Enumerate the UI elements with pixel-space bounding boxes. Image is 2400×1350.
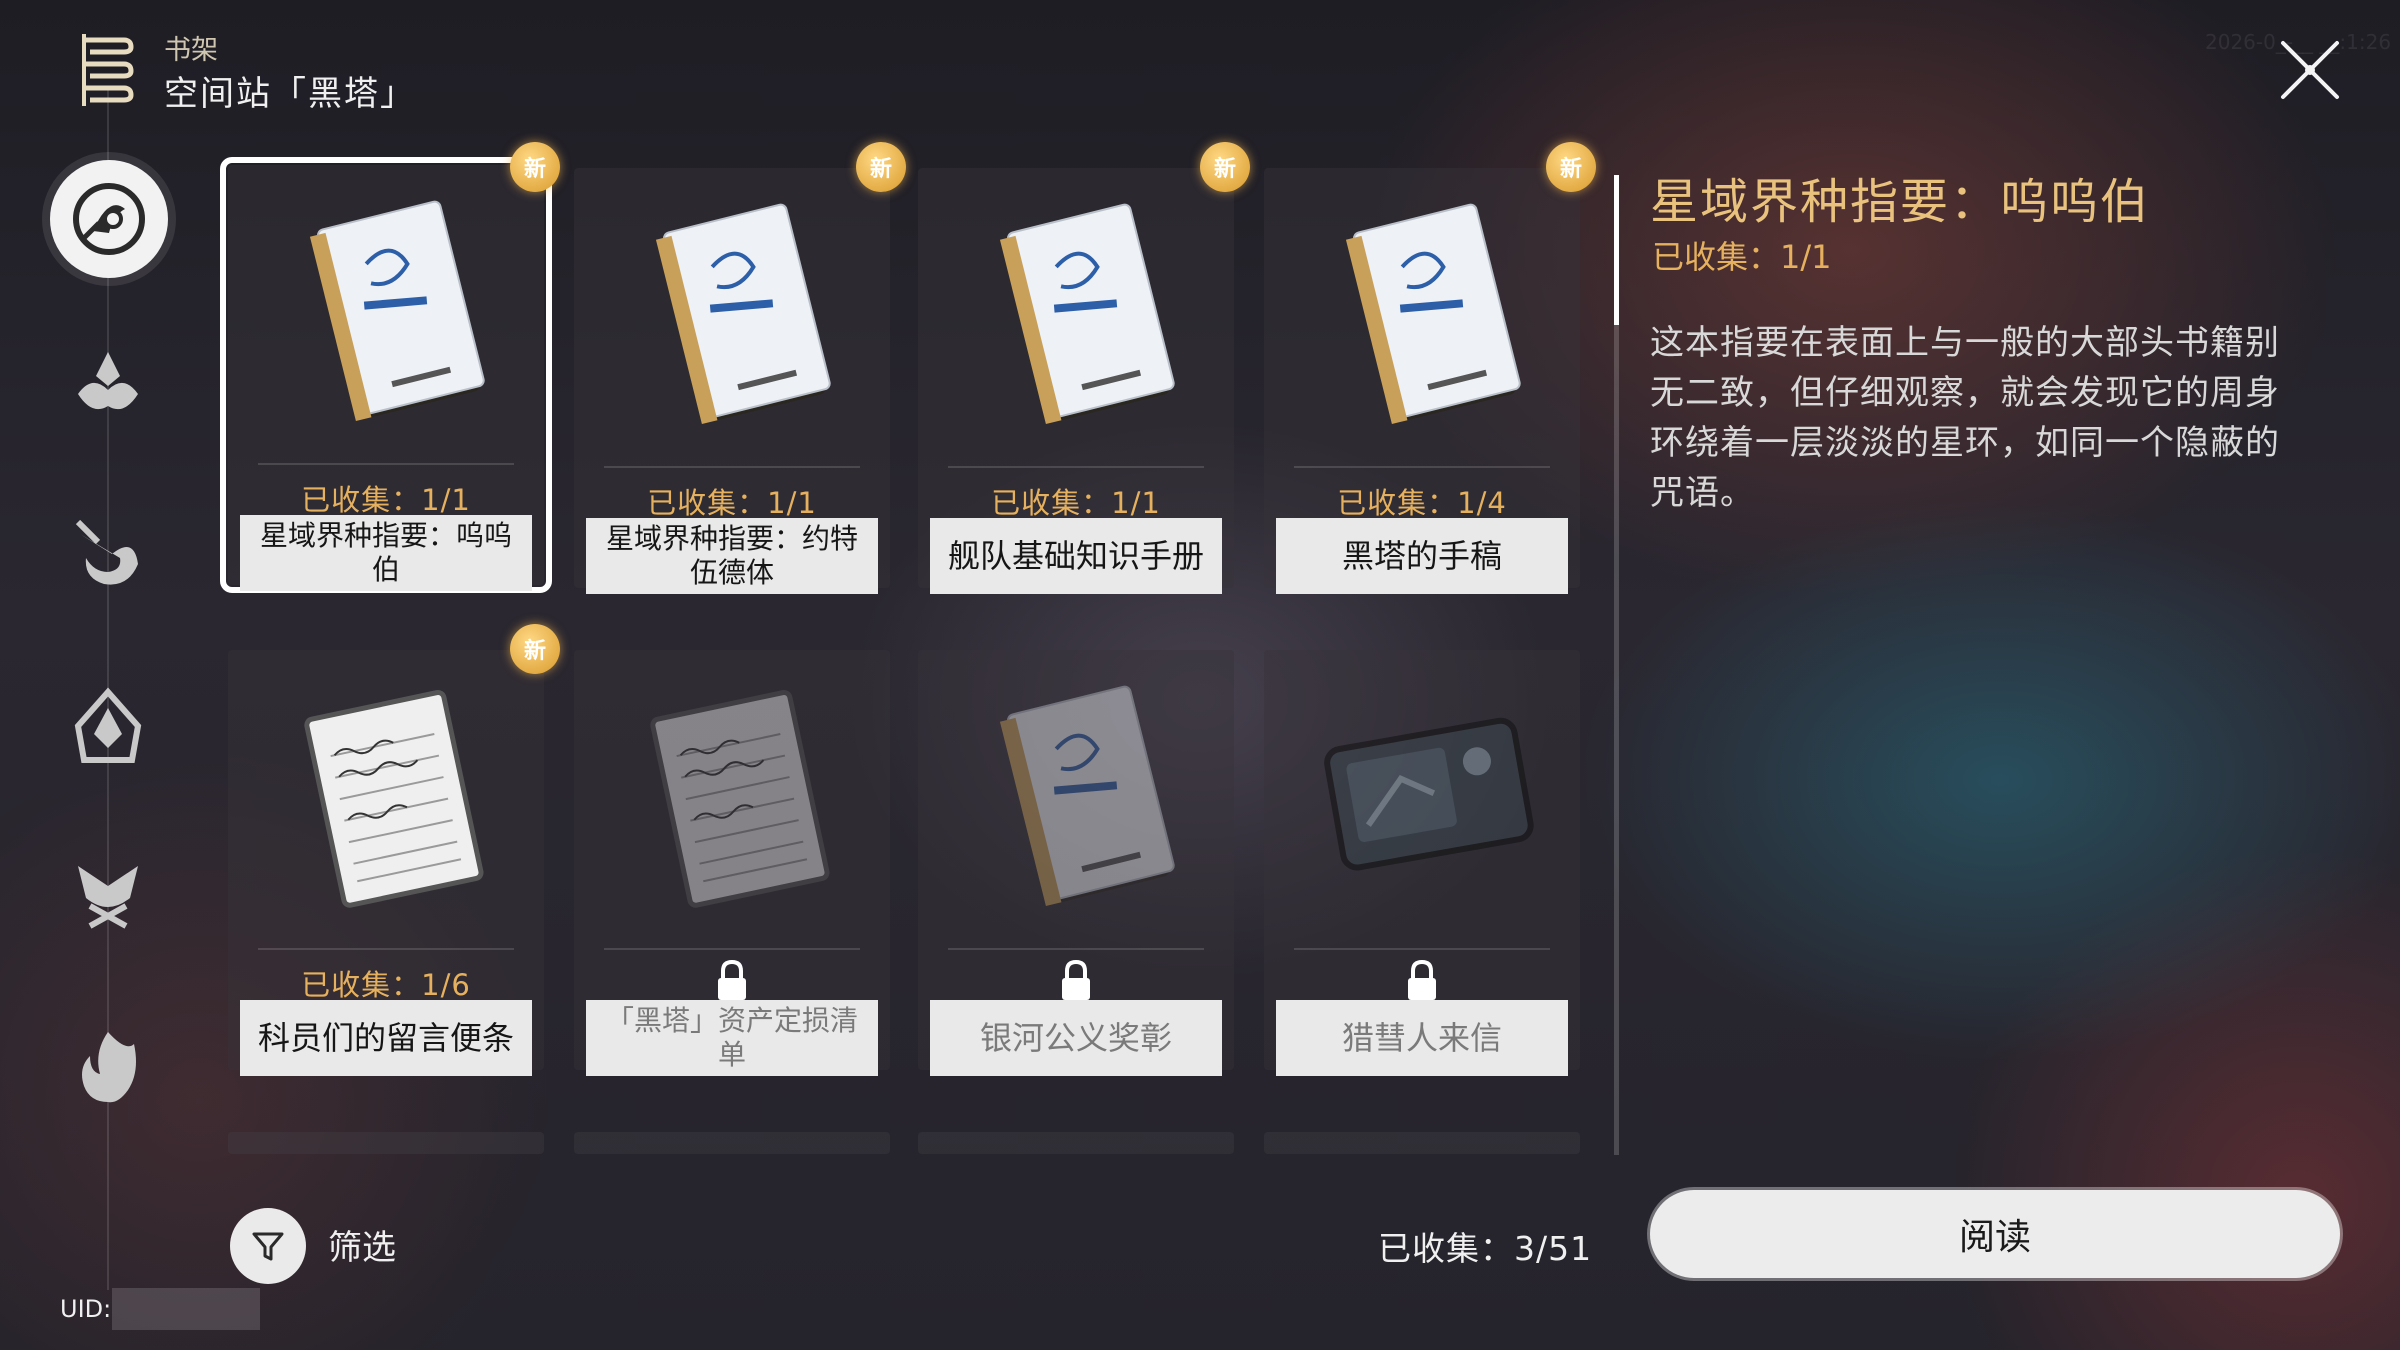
fox-emblem-icon bbox=[78, 866, 138, 929]
detail-scrollbar[interactable] bbox=[1614, 175, 1619, 1155]
notepad-icon bbox=[304, 689, 484, 908]
collected-total: 已收集：3/51 bbox=[1378, 1229, 1593, 1268]
book-title: 猎彗人来信 bbox=[1276, 1000, 1568, 1076]
book-cover-icon bbox=[999, 685, 1175, 907]
lock-icon bbox=[718, 959, 746, 1000]
herta-station-emblem-icon bbox=[73, 183, 145, 255]
card-divider bbox=[258, 463, 514, 465]
book-card-offscreen bbox=[1264, 1132, 1580, 1154]
belobog-emblem-icon bbox=[74, 687, 142, 763]
book-collected-count: 已收集：1/1 bbox=[647, 486, 817, 520]
lock-icon bbox=[1408, 959, 1436, 1000]
card-divider bbox=[604, 466, 860, 468]
scrollbar-thumb[interactable] bbox=[1614, 175, 1619, 325]
book-title: 「黑塔」资产定损清单 bbox=[586, 1000, 878, 1076]
new-badge: 新 bbox=[510, 142, 560, 192]
flame-emblem-icon bbox=[82, 1032, 136, 1103]
detail-description: 这本指要在表面上与一般的大部头书籍别无二致，但仔细观察，就会发现它的周身环绕着一… bbox=[1650, 323, 2280, 513]
nav-xianzhou[interactable] bbox=[62, 340, 154, 432]
card-divider bbox=[258, 948, 514, 950]
book-collected-count: 已收集：1/4 bbox=[1337, 486, 1507, 520]
nav-fox[interactable] bbox=[62, 850, 154, 942]
book-title: 银河公义奖彰 bbox=[930, 1000, 1222, 1076]
lock-icon bbox=[1062, 959, 1090, 1000]
page-title: 空间站「黑塔」 bbox=[164, 74, 416, 114]
card-divider bbox=[1294, 948, 1550, 950]
lotus-crystal-icon bbox=[78, 352, 138, 410]
book-card[interactable]: 已收集：1/1 舰队基础知识手册 bbox=[918, 168, 1234, 594]
nav-dragon[interactable] bbox=[62, 508, 154, 600]
book-title: 星域界种指要：呜呜伯 bbox=[240, 515, 532, 591]
book-collected-count: 已收集：1/1 bbox=[301, 483, 471, 517]
book-cover-icon bbox=[999, 203, 1175, 425]
book-title: 舰队基础知识手册 bbox=[930, 518, 1222, 594]
uid-value-redacted bbox=[112, 1288, 260, 1330]
detail-title: 星域界种指要：呜呜伯 bbox=[1650, 174, 2151, 230]
filter-button[interactable] bbox=[230, 1208, 306, 1284]
book-cover-icon bbox=[309, 200, 485, 422]
book-card[interactable]: 已收集：1/4 黑塔的手稿 bbox=[1264, 168, 1580, 594]
book-card[interactable]: 猎彗人来信 bbox=[1264, 650, 1580, 1076]
book-card-offscreen bbox=[574, 1132, 890, 1154]
book-card-offscreen bbox=[228, 1132, 544, 1154]
close-icon[interactable] bbox=[2275, 35, 2345, 105]
breadcrumb-section: 书架 bbox=[164, 35, 218, 66]
book-card[interactable]: 已收集：1/6 科员们的留言便条 bbox=[228, 650, 544, 1076]
new-badge: 新 bbox=[856, 142, 906, 192]
book-card[interactable]: 已收集：1/1 星域界种指要：约特伍德体 bbox=[574, 168, 890, 594]
book-card-offscreen bbox=[918, 1132, 1234, 1154]
card-divider bbox=[948, 948, 1204, 950]
read-button[interactable]: 阅读 bbox=[1650, 1190, 2340, 1278]
notepad-icon bbox=[650, 689, 830, 908]
nav-herta-station[interactable] bbox=[50, 160, 168, 278]
new-badge: 新 bbox=[1546, 142, 1596, 192]
detail-collected-count: 已收集：1/1 bbox=[1652, 238, 1832, 276]
data-tablet-icon bbox=[1324, 717, 1534, 871]
book-cover-icon bbox=[1345, 203, 1521, 425]
book-collected-count: 已收集：1/1 bbox=[991, 486, 1161, 520]
nav-flame[interactable] bbox=[62, 1022, 154, 1114]
book-card[interactable]: 银河公义奖彰 bbox=[918, 650, 1234, 1076]
uid-label: UID: bbox=[60, 1295, 112, 1323]
new-badge: 新 bbox=[1200, 142, 1250, 192]
new-badge: 新 bbox=[510, 624, 560, 674]
nav-belobog[interactable] bbox=[62, 680, 154, 772]
book-card[interactable]: 已收集：1/1 星域界种指要：呜呜伯 bbox=[220, 157, 552, 593]
card-divider bbox=[1294, 466, 1550, 468]
bookshelf-icon bbox=[82, 34, 134, 106]
book-collected-count: 已收集：1/6 bbox=[301, 968, 471, 1002]
book-title: 科员们的留言便条 bbox=[240, 1000, 532, 1076]
card-divider bbox=[948, 466, 1204, 468]
book-title: 星域界种指要：约特伍德体 bbox=[586, 518, 878, 594]
book-card[interactable]: 「黑塔」资产定损清单 bbox=[574, 650, 890, 1076]
dragon-emblem-icon bbox=[75, 519, 138, 585]
card-divider bbox=[604, 948, 860, 950]
filter-label[interactable]: 筛选 bbox=[328, 1220, 396, 1269]
book-title: 黑塔的手稿 bbox=[1276, 518, 1568, 594]
filter-icon bbox=[252, 1232, 284, 1261]
book-cover-icon bbox=[655, 203, 831, 425]
